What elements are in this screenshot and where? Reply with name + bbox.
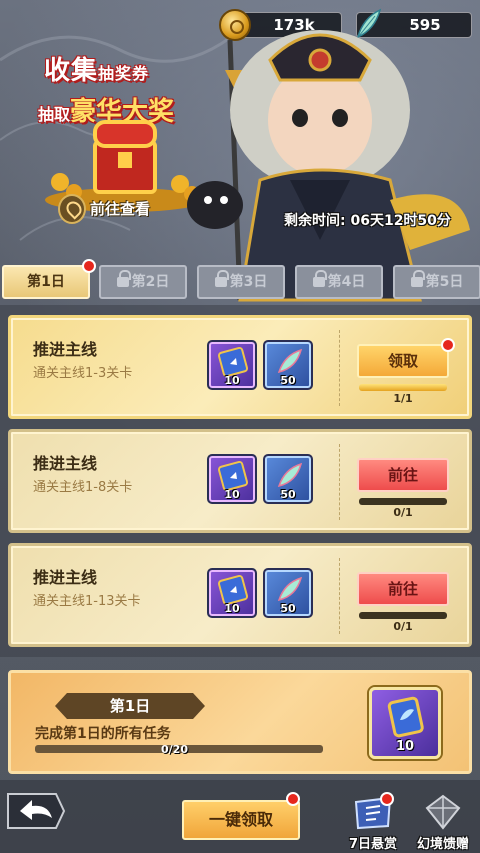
tab-day-1-notification-dot	[82, 259, 96, 273]
crystal-gift-icon	[425, 794, 461, 830]
tab-day-4[interactable]: 第4日	[295, 265, 383, 299]
task-description: 通关主线1-8关卡	[33, 480, 133, 495]
task-progress-text: 1/1	[393, 392, 413, 405]
lottery-ticket-icon	[387, 696, 424, 738]
back-arrow-icon[interactable]	[4, 786, 66, 836]
task-progress-bar	[359, 498, 447, 505]
goto-view-button[interactable]: 前往查看	[58, 194, 156, 224]
task-name: 推进主线	[33, 340, 98, 359]
tab-day-2[interactable]: 第2日	[99, 265, 187, 299]
task-progress-text: 0/1	[393, 506, 413, 519]
divider	[339, 558, 340, 634]
tab-day-5[interactable]: 第5日	[393, 265, 480, 299]
task-progress-bar	[359, 612, 447, 619]
reward-ticket-item[interactable]: 10	[207, 454, 257, 504]
task-name: 推进主线	[33, 454, 98, 473]
day-completion-panel: 第1日 完成第1日的所有任务 0/20 10	[8, 670, 472, 774]
go-button[interactable]: 前往	[357, 458, 449, 492]
divider	[339, 330, 340, 406]
reward-ticket-item[interactable]: 10	[207, 340, 257, 390]
reward-ticket-item[interactable]: 10	[207, 568, 257, 618]
task-row: 推进主线 通关主线1-13关卡 10 50 前往 0/1	[8, 543, 472, 647]
task-progress-bar	[359, 384, 447, 391]
task-description: 通关主线1-3关卡	[33, 366, 133, 381]
task-progress-text: 0/1	[393, 620, 413, 633]
location-pin-icon	[58, 194, 86, 224]
reward-wing-item[interactable]: 50	[263, 568, 313, 618]
reward-wing-item[interactable]: 50	[263, 454, 313, 504]
tab-day-1[interactable]: 第1日	[2, 265, 90, 299]
tab-day-3[interactable]: 第3日	[197, 265, 285, 299]
claim-button[interactable]: 领取	[357, 344, 449, 378]
claim-notification-dot	[441, 338, 455, 352]
task-name: 推进主线	[33, 568, 98, 587]
day-description: 完成第1日的所有任务	[35, 726, 171, 742]
lock-icon	[410, 270, 425, 287]
remaining-time: 剩余时间: 06天12时50分	[284, 213, 451, 229]
divider	[339, 444, 340, 520]
reward-wing-item[interactable]: 50	[263, 340, 313, 390]
day-badge: 第1日	[55, 693, 205, 719]
day-progress-text: 0/20	[161, 743, 188, 756]
bounty-notification-dot	[380, 792, 394, 806]
goto-view-label: 前往查看	[90, 200, 151, 218]
task-description: 通关主线1-13关卡	[33, 594, 141, 609]
go-button[interactable]: 前往	[357, 572, 449, 606]
lock-icon	[312, 270, 327, 287]
day-reward-ticket[interactable]: 10	[369, 687, 441, 759]
seven-day-bounty-button[interactable]: 7日悬赏	[340, 792, 406, 852]
one-click-notification-dot	[286, 792, 300, 806]
lock-icon	[214, 270, 229, 287]
task-row: 推进主线 通关主线1-3关卡 10 50 领取 1/1	[8, 315, 472, 419]
dreamland-gift-button[interactable]: 幻境馈赠	[410, 792, 476, 852]
task-row: 推进主线 通关主线1-8关卡 10 50 前往 0/1	[8, 429, 472, 533]
one-click-claim-button[interactable]: 一键领取	[182, 800, 300, 840]
lock-icon	[116, 270, 131, 287]
day-tabs: 第1日 第2日 第3日 第4日 第5日	[0, 259, 480, 301]
